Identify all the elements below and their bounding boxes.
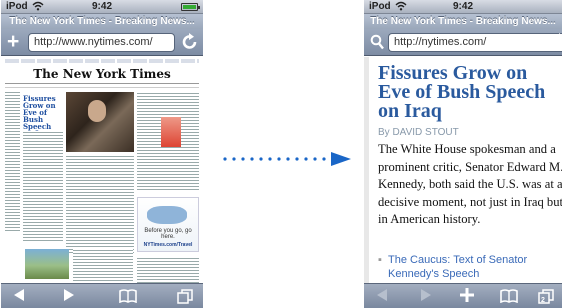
nav-strip <box>5 59 199 63</box>
url-field[interactable]: http://nytimes.com/ <box>388 33 562 52</box>
forward-icon[interactable] <box>420 288 432 306</box>
bullet-icon: ▪ <box>378 254 382 266</box>
right-screen: iPod 9:42 The New York Times - Breaking … <box>364 0 562 308</box>
divider <box>5 87 199 88</box>
add-bookmark-button[interactable]: + <box>7 31 19 53</box>
clock: 9:42 <box>452 1 473 12</box>
byline: By DAVID STOUT <box>378 127 459 138</box>
related-link[interactable]: ▪ The Caucus: Text of Senator Kennedy's … <box>378 253 558 281</box>
back-icon[interactable] <box>376 288 388 306</box>
travel-ad[interactable]: Before you go, go here. NYTimes.com/Trav… <box>137 197 199 252</box>
ad-link[interactable]: NYTimes.com/Travel <box>138 242 198 248</box>
forward-icon[interactable] <box>63 288 75 306</box>
status-bar: iPod 9:42 <box>364 0 562 14</box>
article-view[interactable]: Fissures Grow on Eve of Bush Speech on I… <box>364 57 562 283</box>
pages-icon[interactable]: 2 <box>538 289 554 308</box>
battery-icon <box>181 3 200 11</box>
news-photo[interactable] <box>66 92 134 152</box>
divider <box>5 83 199 84</box>
multimedia-photo[interactable] <box>25 249 69 279</box>
address-bar: + http://www.nytimes.com/ <box>1 29 203 56</box>
bookmarks-icon[interactable] <box>119 289 137 307</box>
transition-arrow-icon <box>221 152 353 166</box>
masthead-logo: The New York Times <box>33 67 171 81</box>
reload-icon[interactable] <box>552 32 562 55</box>
globe-graphic <box>147 206 187 224</box>
bookmarks-icon[interactable] <box>500 289 518 307</box>
search-icon[interactable] <box>370 34 384 50</box>
bottom-right-text <box>137 257 199 283</box>
column-text <box>66 155 134 255</box>
clock: 9:42 <box>91 1 112 12</box>
pages-icon[interactable] <box>177 289 193 308</box>
reload-icon[interactable] <box>182 32 198 55</box>
article-body: The White House spokesman and a prominen… <box>378 142 562 226</box>
url-field[interactable]: http://www.nytimes.com/ <box>28 33 175 52</box>
add-icon[interactable] <box>460 287 474 307</box>
toolbar <box>1 283 203 308</box>
related-link-text[interactable]: The Caucus: Text of Senator Kennedy's Sp… <box>378 253 558 281</box>
page-title: The New York Times - Breaking News... <box>364 14 562 29</box>
webpage-thumbnail[interactable]: The New York Times Fissures Grow on Eve … <box>1 57 203 283</box>
chart-thumb <box>161 117 181 147</box>
status-bar: iPod 9:42 <box>1 0 203 14</box>
story-text <box>23 131 63 241</box>
address-bar: http://nytimes.com/ <box>364 29 562 56</box>
left-screen: iPod 9:42 The New York Times - Breaking … <box>1 0 203 308</box>
page-edge <box>364 57 369 283</box>
toolbar: 2 <box>364 283 562 308</box>
bottom-text <box>73 249 133 283</box>
article-headline: Fissures Grow on Eve of Bush Speech on I… <box>378 62 546 122</box>
sidebar-text <box>5 91 20 231</box>
back-icon[interactable] <box>13 288 25 306</box>
ad-text: Before you go, go here. <box>144 228 192 240</box>
page-title: The New York Times - Breaking News... <box>1 14 203 29</box>
pages-count: 2 <box>541 297 545 304</box>
